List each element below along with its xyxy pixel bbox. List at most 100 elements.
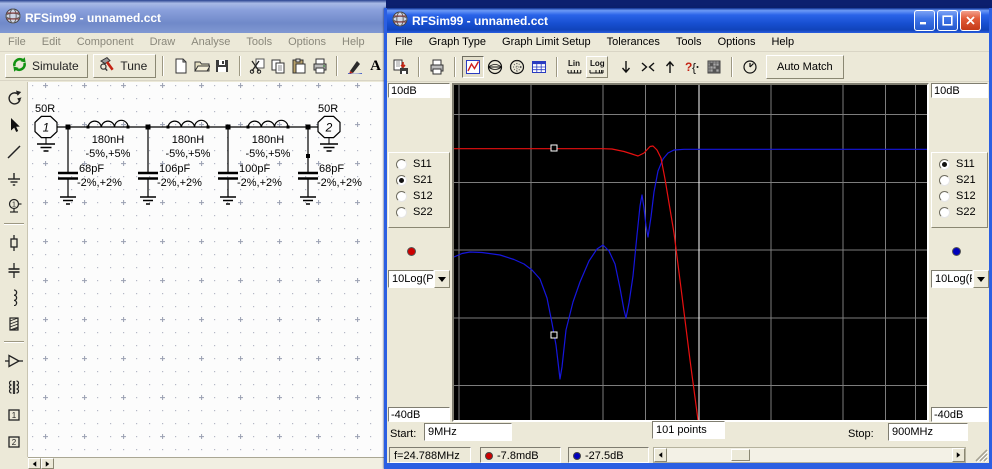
cut-button[interactable] — [246, 55, 268, 77]
trace-color-dot-blue[interactable] — [952, 247, 961, 256]
source-port-tool-icon[interactable]: 1 — [1, 194, 26, 217]
radio-s22[interactable] — [939, 206, 950, 218]
radio-row-s11[interactable]: S11 — [939, 156, 987, 172]
scroll-right-button[interactable] — [41, 458, 54, 469]
menu-graph-limit-setup[interactable]: Graph Limit Setup — [494, 34, 599, 50]
rect-graph-button[interactable] — [462, 55, 484, 78]
y-axis-bottom-left[interactable]: -40dB — [388, 407, 450, 422]
sparam-plot[interactable] — [452, 83, 929, 422]
stop-freq-input[interactable] — [888, 423, 968, 441]
y-axis-bottom-right[interactable]: -40dB — [931, 407, 988, 422]
y-axis-top-left[interactable]: 10dB — [388, 83, 450, 98]
menu-tolerances[interactable]: Tolerances — [599, 34, 668, 50]
tune-button[interactable]: Tune — [93, 54, 157, 78]
cursor-scrollbar[interactable] — [653, 447, 966, 463]
print-button[interactable] — [309, 55, 331, 77]
port1-tool-icon[interactable]: 1 — [1, 403, 26, 426]
scroll-left-button[interactable] — [654, 448, 667, 462]
radio-s11[interactable] — [939, 158, 950, 170]
autoscale-button[interactable] — [637, 55, 659, 78]
text-tool-button[interactable]: A — [365, 55, 386, 77]
export-results-button[interactable] — [390, 55, 412, 78]
auto-match-button[interactable]: Auto Match — [766, 54, 844, 79]
monte-carlo-button[interactable] — [703, 55, 725, 78]
radio-row-s22[interactable]: S22 — [939, 204, 987, 220]
radio-row-s22[interactable]: S22 — [396, 204, 449, 220]
scale-up-button[interactable] — [659, 55, 681, 78]
scrollbar-thumb[interactable] — [731, 449, 750, 461]
crystal-tool-icon[interactable] — [1, 312, 26, 335]
radio-row-s11[interactable]: S11 — [396, 156, 449, 172]
draw-pen-button[interactable] — [344, 55, 366, 77]
select-tool-icon[interactable] — [1, 113, 26, 136]
menu-component[interactable]: Component — [69, 34, 142, 50]
inductor-tool-icon[interactable] — [1, 285, 26, 308]
radio-s11[interactable] — [396, 158, 407, 170]
menu-help[interactable]: Help — [763, 34, 802, 50]
graph-titlebar[interactable]: RFSim99 - unnamed.cct — [387, 8, 989, 33]
wire-tool-icon[interactable] — [1, 140, 26, 163]
log-scale-button[interactable]: Log — [586, 55, 608, 78]
combo-drop-button[interactable] — [434, 270, 450, 288]
marker-s11[interactable] — [550, 331, 558, 339]
radio-row-s12[interactable]: S12 — [396, 188, 449, 204]
radio-s21[interactable] — [939, 174, 950, 186]
print-graph-button[interactable] — [426, 55, 448, 78]
start-freq-input[interactable] — [424, 423, 512, 441]
table-view-button[interactable] — [528, 55, 550, 78]
new-file-button[interactable] — [170, 55, 192, 77]
radio-row-s21[interactable]: S21 — [939, 172, 987, 188]
marker-s21[interactable] — [550, 144, 558, 152]
copy-button[interactable] — [267, 55, 289, 77]
save-button[interactable] — [211, 55, 233, 77]
rotate-tool-icon[interactable] — [1, 86, 26, 109]
menu-tools[interactable]: Tools — [238, 34, 280, 50]
radio-row-s12[interactable]: S12 — [939, 188, 987, 204]
menu-options[interactable]: Options — [280, 34, 334, 50]
menu-file[interactable]: File — [387, 34, 421, 50]
scale-combo-left[interactable]: 10Log(P — [388, 270, 450, 288]
simulate-button[interactable]: Simulate — [5, 54, 88, 78]
menu-options[interactable]: Options — [710, 34, 764, 50]
tolerance-analysis-button[interactable]: ?{ — [681, 55, 703, 78]
combo-drop-button[interactable] — [973, 270, 989, 288]
menu-edit[interactable]: Edit — [34, 34, 69, 50]
polar-chart-button[interactable] — [506, 55, 528, 78]
resize-grip[interactable] — [973, 447, 989, 463]
circuit-port-2[interactable]: 50R 2 — [317, 103, 341, 152]
menu-file[interactable]: File — [0, 34, 34, 50]
clock-button[interactable] — [739, 55, 761, 78]
scale-combo-right[interactable]: 10Log(P — [931, 270, 989, 288]
radio-row-s21[interactable]: S21 — [396, 172, 449, 188]
menu-graph-type[interactable]: Graph Type — [421, 34, 494, 50]
menu-draw[interactable]: Draw — [142, 34, 184, 50]
radio-s12[interactable] — [939, 190, 950, 202]
trace-color-dot-red[interactable] — [407, 247, 416, 256]
resistor-tool-icon[interactable] — [1, 231, 26, 254]
amplifier-tool-icon[interactable] — [1, 349, 26, 372]
schematic-canvas[interactable]: 50R 1 50R 2 180nH -5%,+5% 180nH -5%,+5% … — [28, 82, 384, 457]
close-button[interactable] — [960, 10, 981, 31]
radio-s12[interactable] — [396, 190, 407, 202]
smith-chart-button[interactable] — [484, 55, 506, 78]
menu-help[interactable]: Help — [334, 34, 373, 50]
maximize-button[interactable] — [937, 10, 958, 31]
y-axis-top-right[interactable]: 10dB — [931, 83, 988, 98]
port2-tool-icon[interactable]: 2 — [1, 430, 26, 453]
ground-tool-icon[interactable] — [1, 167, 26, 190]
menu-tools[interactable]: Tools — [668, 34, 710, 50]
minimize-button[interactable] — [914, 10, 935, 31]
circuit-port-1[interactable]: 50R 1 — [34, 103, 58, 152]
radio-s21[interactable] — [396, 174, 407, 186]
capacitor-tool-icon[interactable] — [1, 258, 26, 281]
menu-analyse[interactable]: Analyse — [183, 34, 238, 50]
scroll-right-button[interactable] — [952, 448, 965, 462]
scale-down-button[interactable] — [615, 55, 637, 78]
schematic-titlebar[interactable]: RFSim99 - unnamed.cct — [0, 0, 386, 33]
open-file-button[interactable] — [191, 55, 212, 77]
canvas-hscrollbar[interactable] — [28, 457, 384, 469]
scroll-left-button[interactable] — [28, 458, 41, 469]
paste-button[interactable] — [288, 55, 310, 77]
radio-s22[interactable] — [396, 206, 407, 218]
transformer-tool-icon[interactable] — [1, 376, 26, 399]
